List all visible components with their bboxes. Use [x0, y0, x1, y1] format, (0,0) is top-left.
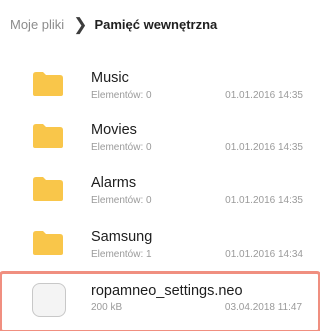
- list-item-alarms[interactable]: Alarms Elementów: 0 01.01.2016 14:35: [0, 167, 320, 219]
- list-item-samsung[interactable]: Samsung Elementów: 1 01.01.2016 14:34: [0, 221, 320, 273]
- folder-icon: [32, 71, 64, 97]
- breadcrumb-separator-icon: ❯: [73, 14, 88, 34]
- breadcrumb-root[interactable]: Moje pliki: [10, 17, 64, 32]
- item-count: Elementów: 0: [91, 195, 152, 206]
- item-count: Elementów: 0: [91, 90, 152, 101]
- item-count: Elementów: 0: [91, 142, 152, 153]
- item-date: 01.01.2016 14:34: [225, 249, 303, 260]
- item-name: Samsung: [91, 229, 153, 245]
- item-date: 01.01.2016 14:35: [225, 195, 303, 206]
- folder-icon: [32, 123, 64, 149]
- item-name: Alarms: [91, 175, 137, 191]
- list-item-movies[interactable]: Movies Elementów: 0 01.01.2016 14:35: [0, 114, 320, 166]
- item-date: 03.04.2018 11:47: [224, 302, 302, 313]
- item-size: 200 kB: [91, 302, 123, 313]
- item-date: 01.01.2016 14:35: [225, 90, 303, 101]
- item-date: 01.01.2016 14:35: [225, 142, 303, 153]
- folder-icon: [32, 176, 64, 202]
- folder-icon: [32, 230, 64, 256]
- breadcrumb: Moje pliki ❯ Pamięć wewnętrzna: [0, 0, 320, 48]
- list-item-music[interactable]: Music Elementów: 0 01.01.2016 14:35: [0, 62, 320, 114]
- file-icon: [32, 283, 66, 317]
- list-item-ropamneo-settings[interactable]: ropamneo_settings.neo 200 kB 03.04.2018 …: [0, 271, 320, 331]
- item-name: Music: [91, 70, 129, 86]
- item-count: Elementów: 1: [91, 249, 152, 260]
- item-name: ropamneo_settings.neo: [91, 283, 243, 299]
- breadcrumb-current: Pamięć wewnętrzna: [94, 16, 218, 32]
- item-name: Movies: [91, 122, 137, 138]
